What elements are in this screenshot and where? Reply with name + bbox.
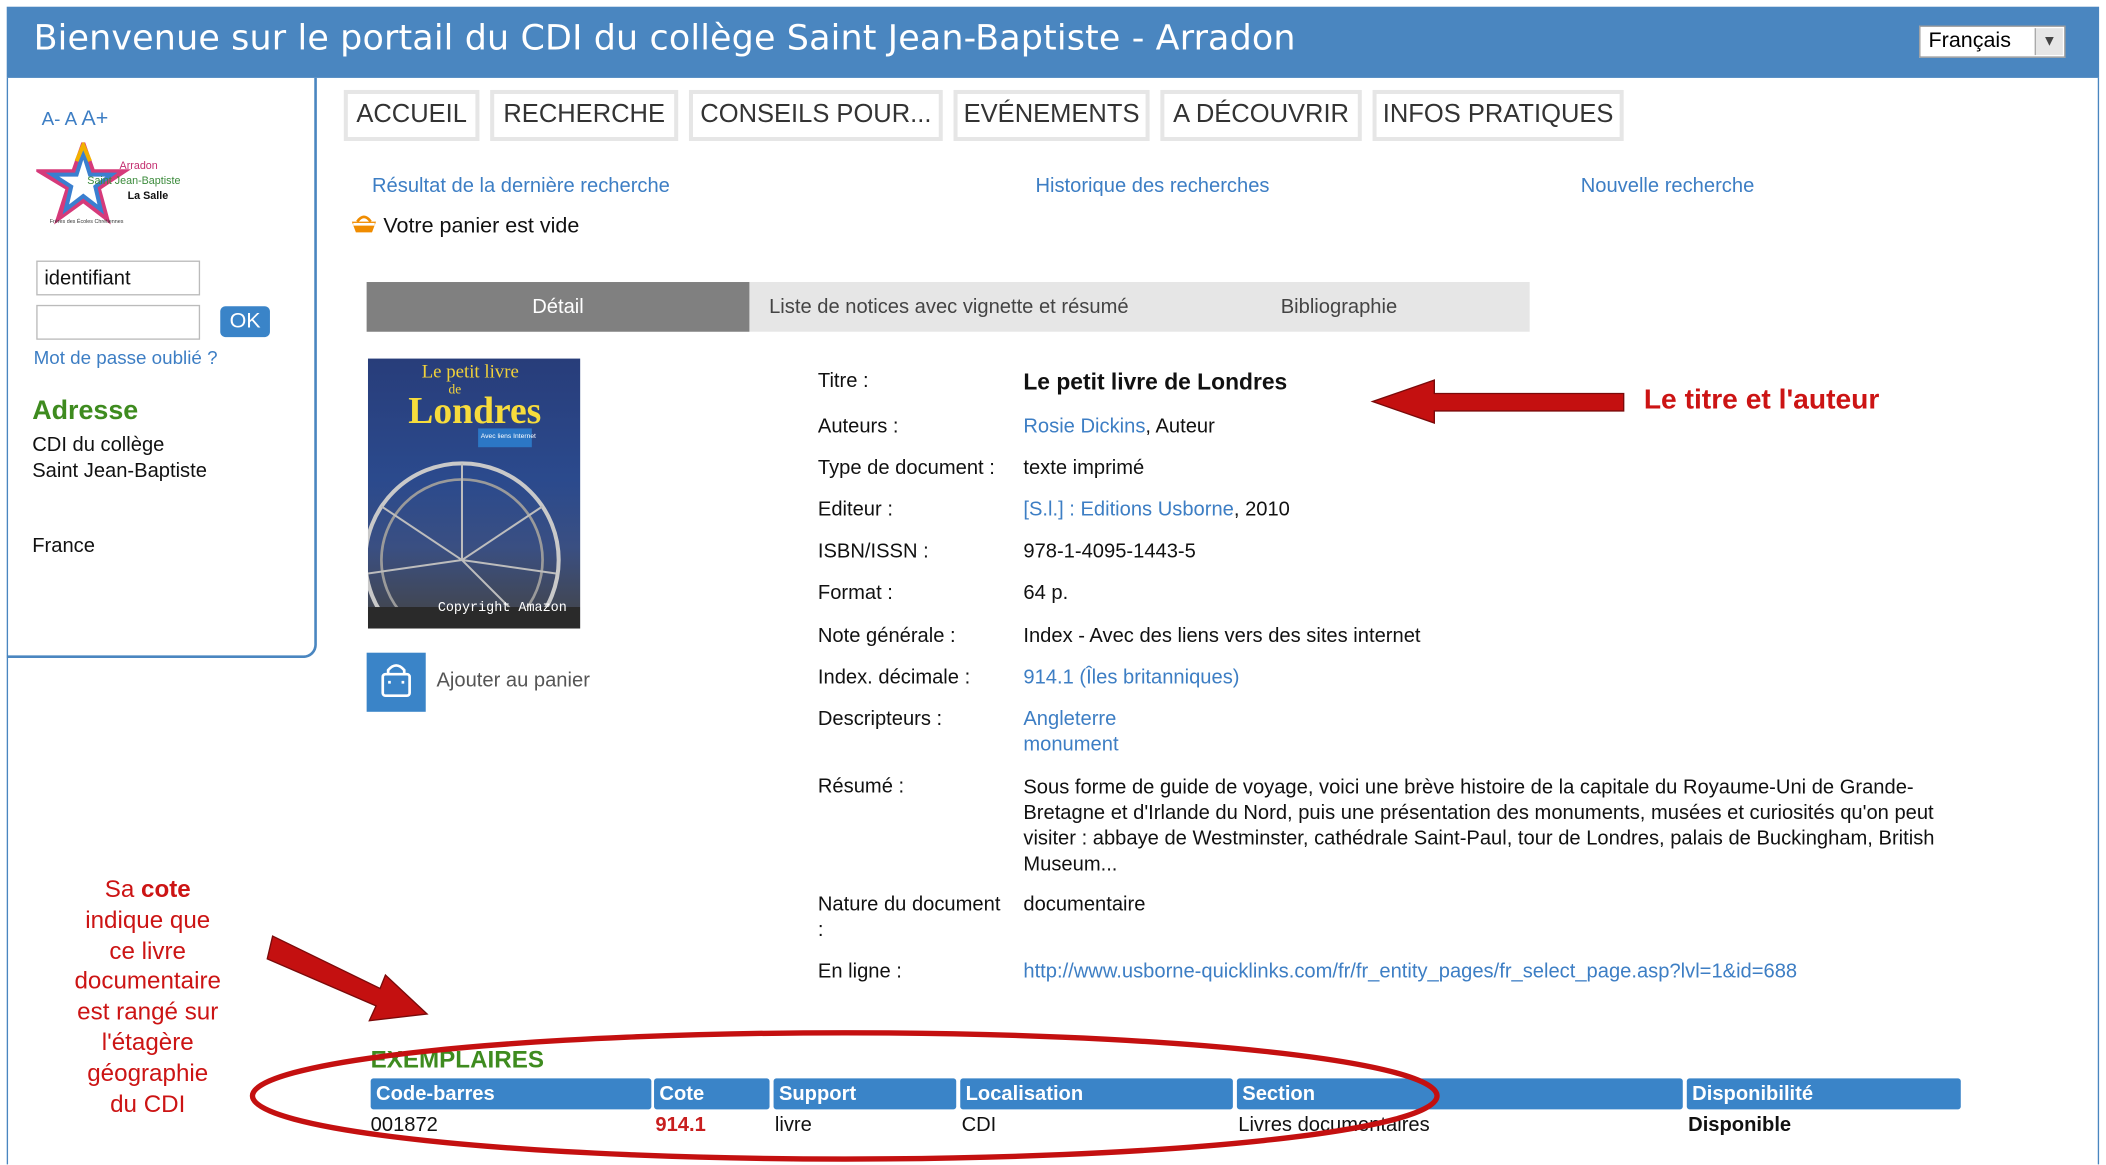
annotation-cote: Sa cote indique que ce livre documentair… — [54, 874, 242, 1119]
arrow-title-icon — [1370, 379, 1625, 424]
annotation-cote-line-7: géographie — [87, 1059, 209, 1087]
annotation-cote-line-4: documentaire — [74, 967, 221, 995]
highlight-ellipse — [249, 1030, 1440, 1162]
annotation-title-author: Le titre et l'auteur — [1643, 384, 1880, 415]
annotation-cote-line-8: du CDI — [110, 1089, 186, 1117]
annotation-cote-line-6: l'étagère — [101, 1028, 194, 1056]
annotation-cote-line-1: Sa cote — [104, 875, 191, 903]
annotation-cote-line-5: est rangé sur — [77, 998, 219, 1025]
annotation-cote-line-3: ce livre — [109, 936, 187, 964]
arrow-cote-icon — [266, 935, 429, 1022]
annotation-overlay — [249, 379, 1625, 1162]
annotation-cote-line-2: indique que — [85, 906, 211, 934]
